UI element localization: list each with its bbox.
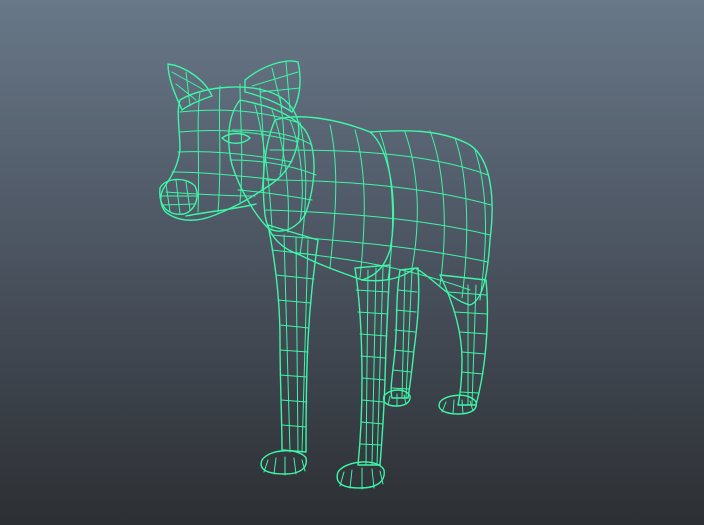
wolf-mesh[interactable] [0, 0, 704, 525]
front-near-leg [267, 224, 319, 453]
back-far-leg [390, 267, 420, 399]
3d-viewport[interactable] [0, 0, 704, 525]
front-far-leg [354, 264, 391, 466]
paws [260, 389, 477, 490]
eye [221, 132, 251, 144]
